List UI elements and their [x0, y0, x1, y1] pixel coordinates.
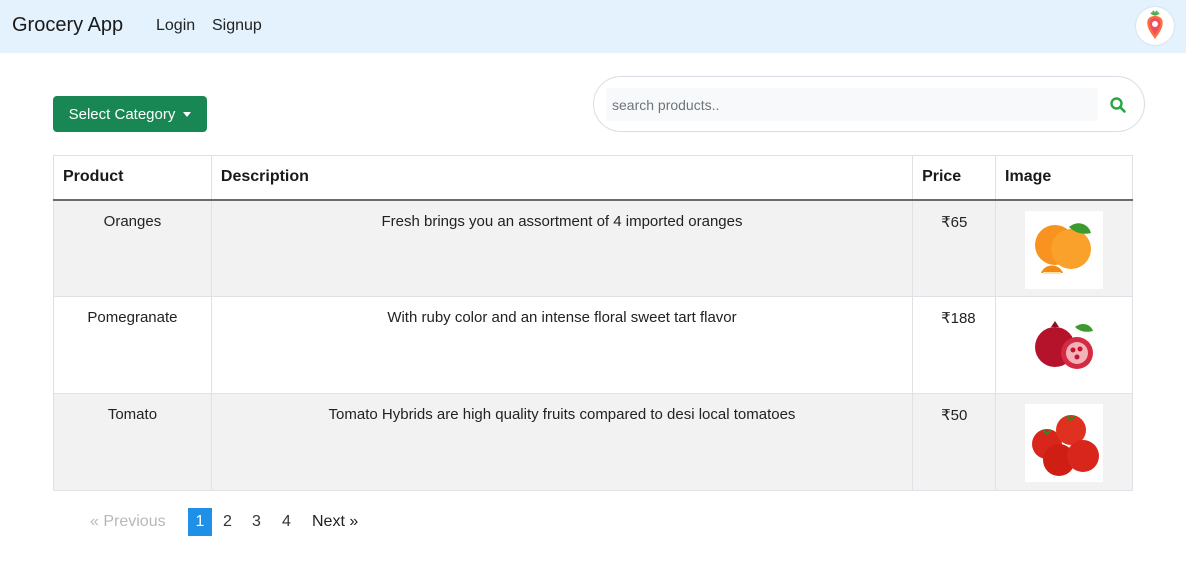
pagination-page-2[interactable]: 2: [223, 508, 232, 536]
select-category-label: Select Category: [68, 105, 176, 123]
select-category-button[interactable]: Select Category: [53, 96, 207, 132]
products-table: Product Description Price Image Oranges …: [53, 155, 1133, 491]
table-header-row: Product Description Price Image: [53, 155, 1133, 201]
tomato-image: [1025, 404, 1104, 482]
search-input[interactable]: [606, 88, 1098, 121]
brand-title[interactable]: Grocery App: [12, 14, 123, 37]
product-description: Fresh brings you an assortment of 4 impo…: [210, 199, 914, 297]
signup-link[interactable]: Signup: [212, 17, 262, 35]
header-price: Price: [912, 155, 997, 201]
oranges-image: [1025, 210, 1104, 289]
pomegranate-image: [1025, 307, 1104, 385]
table-row: Tomato Tomato Hybrids are high quality f…: [53, 393, 1133, 491]
pagination-page-3[interactable]: 3: [252, 508, 261, 536]
product-image-cell: [995, 393, 1133, 491]
product-price: ₹50: [912, 393, 997, 491]
search-icon[interactable]: [1106, 93, 1130, 117]
search-bar: [593, 76, 1145, 132]
table-row: Pomegranate With ruby color and an inten…: [53, 296, 1133, 394]
product-price: ₹65: [912, 199, 997, 297]
table-row: Oranges Fresh brings you an assortment o…: [53, 199, 1133, 297]
product-image-cell: [995, 199, 1133, 297]
pagination-page-4[interactable]: 4: [282, 508, 291, 536]
caret-down-icon: [183, 111, 192, 117]
product-price: ₹188: [912, 296, 997, 394]
pagination-next[interactable]: Next »: [312, 508, 358, 536]
header-product: Product: [53, 155, 212, 201]
product-description: Tomato Hybrids are high quality fruits c…: [210, 393, 914, 491]
header-image: Image: [995, 155, 1133, 201]
product-image-cell: [995, 296, 1133, 394]
product-name: Tomato: [53, 393, 212, 491]
product-name: Pomegranate: [53, 296, 212, 394]
strawberry-location-pin-icon[interactable]: [1136, 7, 1174, 45]
product-description: With ruby color and an intense floral sw…: [210, 296, 914, 394]
pagination-page-1[interactable]: 1: [188, 508, 212, 536]
pagination-previous[interactable]: « Previous: [90, 508, 166, 536]
navbar: Grocery App Login Signup: [0, 0, 1186, 53]
product-name: Oranges: [53, 199, 212, 297]
header-description: Description: [210, 155, 914, 201]
login-link[interactable]: Login: [156, 17, 195, 35]
